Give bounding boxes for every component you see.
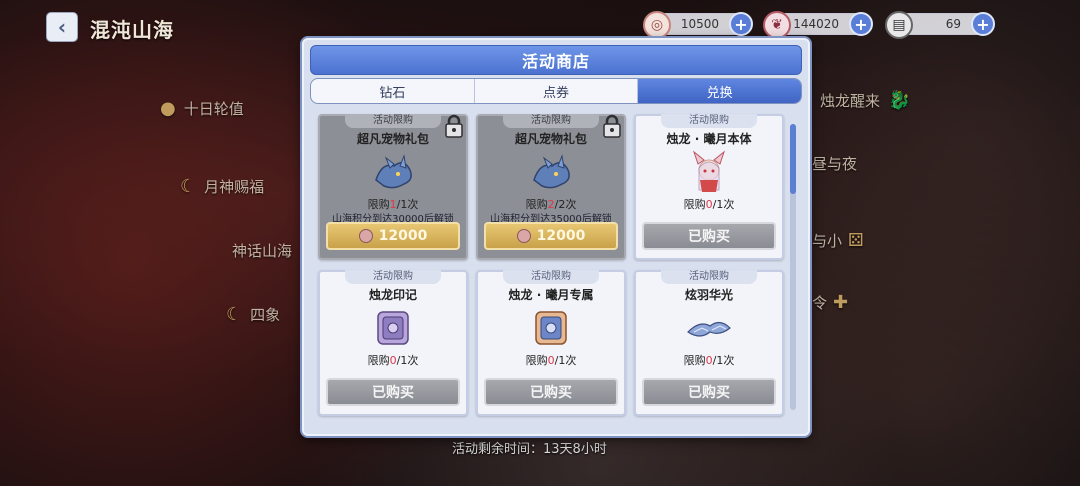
side-item-label: 十日轮值 — [183, 100, 244, 118]
event-shop-modal: 活动商店 钻石 点券 兑换 活动限购 超凡宠物礼包 限购1/1次 山海积分到达3… — [302, 38, 810, 436]
shop-item-card[interactable]: 活动限购 烛龙 · 曦月专属 限购0/1次 已购买 — [476, 270, 626, 416]
item-name: 超凡宠物礼包 — [356, 132, 429, 146]
shop-item-card[interactable]: 活动限购 超凡宠物礼包 限购2/2次 山海积分到达35000后解锁 12000 — [476, 114, 626, 260]
scrollbar[interactable] — [790, 124, 796, 410]
side-item-label: 令 — [812, 294, 828, 312]
item-name: 烛龙 · 曦月专属 — [508, 288, 594, 302]
shop-item-card[interactable]: 活动限购 炫羽华光 限购0/1次 已购买 — [634, 270, 784, 416]
purchased-button[interactable]: 已购买 — [484, 378, 618, 406]
ticket-icon: ▤ — [885, 11, 913, 39]
crescent-icon: ☾ — [180, 176, 197, 197]
page-title: 混沌山海 — [90, 18, 174, 42]
coin-icon — [358, 229, 373, 243]
purchase-limit: 限购0/1次 — [683, 354, 735, 367]
add-ticket-button[interactable]: + — [971, 12, 995, 36]
item-name: 超凡宠物礼包 — [514, 132, 587, 146]
side-item-label: 与小 — [812, 232, 843, 250]
limited-tag: 活动限购 — [503, 114, 599, 128]
item-name: 炫羽华光 — [684, 288, 733, 302]
dice-icon: ⚄ — [848, 230, 864, 251]
add-feather-button[interactable]: + — [849, 12, 873, 36]
shop-item-card[interactable]: 活动限购 烛龙印记 限购0/1次 已购买 — [318, 270, 468, 416]
side-item-zhulong[interactable]: 烛龙醒来 🐉 — [820, 90, 918, 111]
side-item-xiao[interactable]: 与小 ⚄ — [812, 230, 872, 251]
tab-diamond[interactable]: 钻石 — [311, 79, 475, 103]
token-icon: ✚ — [833, 292, 849, 313]
price-label: 12000 — [536, 228, 586, 244]
side-item-label: 神话山海 — [232, 242, 293, 260]
buy-button[interactable]: 12000 — [326, 222, 460, 250]
side-item-label: 烛龙醒来 — [820, 92, 881, 110]
shop-item-grid: 活动限购 超凡宠物礼包 限购1/1次 山海积分到达30000后解锁 12000 — [314, 114, 784, 416]
dragon-icon: 🐉 — [888, 90, 911, 111]
side-item-yueshen[interactable]: ☾ 月神赐福 — [180, 176, 264, 197]
currency-value: 10500 — [680, 17, 719, 31]
side-item-zhouye[interactable]: 昼与夜 — [812, 153, 857, 174]
side-item-label: 月神赐福 — [204, 178, 265, 196]
tab-exchange[interactable]: 兑换 — [638, 79, 801, 103]
coin-icon: ◎ — [643, 11, 671, 39]
wing-effect-icon — [687, 321, 731, 337]
scroll-thumb[interactable] — [790, 124, 796, 194]
modal-title: 活动商店 — [310, 45, 802, 75]
event-remaining-time: 活动剩余时间：13天8小时 — [452, 442, 607, 457]
purchased-button[interactable]: 已购买 — [326, 378, 460, 406]
limited-tag: 活动限购 — [503, 270, 599, 284]
purchase-limit: 限购0/1次 — [525, 354, 577, 367]
mark-box-icon — [377, 311, 409, 345]
tab-voucher[interactable]: 点券 — [475, 79, 639, 103]
price-label: 12000 — [378, 228, 428, 244]
dragon-pet-icon — [375, 154, 412, 189]
shop-item-card[interactable]: 活动限购 烛龙 · 曦月本体 限购0/1次 已购买 — [634, 114, 784, 260]
item-name: 烛龙印记 — [368, 288, 417, 302]
limited-tag: 活动限购 — [345, 114, 441, 128]
side-item-sixiang[interactable]: ☾ 四象 — [226, 304, 280, 325]
side-item-ling[interactable]: 令 ✚ — [812, 292, 856, 313]
crescent-icon: ☾ — [226, 304, 243, 325]
side-item-shenhua[interactable]: 神话山海 — [232, 240, 292, 261]
limited-tag: 活动限购 — [661, 114, 757, 128]
item-name: 烛龙 · 曦月本体 — [666, 132, 752, 146]
side-item-label: 四象 — [250, 306, 281, 324]
side-item-shiri[interactable]: ● 十日轮值 — [160, 98, 244, 119]
currency-feather: ❦ 144020 + — [763, 11, 873, 39]
currency-ticket: ▤ 69 + — [885, 11, 995, 39]
back-arrow-icon: ‹ — [57, 15, 67, 39]
add-coin-button[interactable]: + — [729, 12, 753, 36]
purchase-limit: 限购0/1次 — [683, 198, 735, 211]
dragon-pet-icon — [533, 154, 570, 189]
side-item-label: 昼与夜 — [812, 155, 858, 173]
currency-value: 69 — [945, 17, 961, 31]
shop-tabs: 钻石 点券 兑换 — [310, 78, 802, 104]
buy-button[interactable]: 12000 — [484, 222, 618, 250]
purchased-button[interactable]: 已购买 — [642, 222, 776, 250]
limited-tag: 活动限购 — [345, 270, 441, 284]
purchase-limit: 限购0/1次 — [367, 354, 419, 367]
shop-item-card[interactable]: 活动限购 超凡宠物礼包 限购1/1次 山海积分到达30000后解锁 12000 — [318, 114, 468, 260]
character-portrait-icon — [692, 150, 726, 192]
currency-coin: ◎ 10500 + — [643, 11, 753, 39]
limited-tag: 活动限购 — [661, 270, 757, 284]
feather-icon: ❦ — [763, 11, 791, 39]
currency-value: 144020 — [793, 17, 839, 31]
purchased-button[interactable]: 已购买 — [642, 378, 776, 406]
exclusive-box-icon — [535, 311, 567, 345]
moon-icon: ● — [160, 98, 176, 119]
coin-icon — [516, 229, 531, 243]
back-button[interactable]: ‹ — [46, 12, 78, 42]
